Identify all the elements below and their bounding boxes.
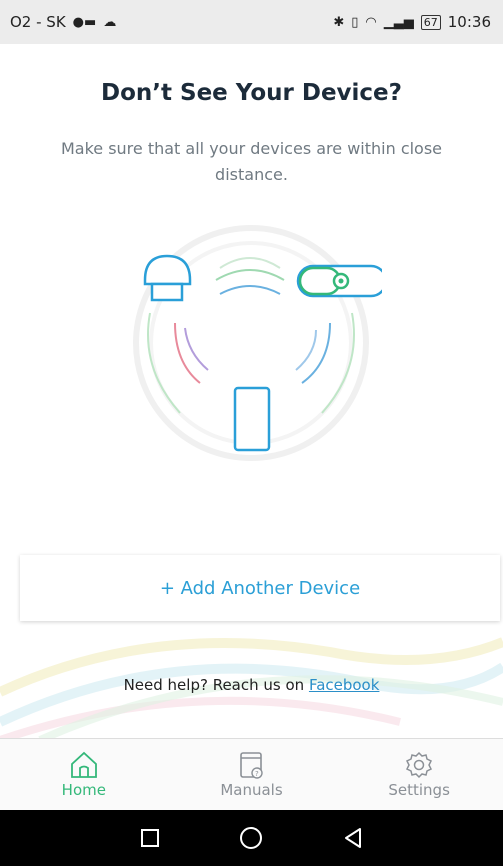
- help-text: Need help? Reach us on Facebook: [0, 676, 503, 694]
- wifi-icon: ◠: [365, 14, 377, 30]
- help-prefix: Need help? Reach us on: [123, 676, 309, 694]
- tab-home-label: Home: [61, 780, 106, 799]
- carrier-label: O2 - SK: [10, 13, 66, 31]
- phone-device-icon: [233, 386, 271, 452]
- page-subtitle: Make sure that all your devices are with…: [60, 139, 443, 184]
- cloud-icon: ☁: [103, 14, 117, 30]
- vibrate-icon: ▯: [351, 14, 359, 30]
- gear-icon: [406, 751, 433, 778]
- system-nav-bar: [0, 810, 503, 866]
- signal-icon: ▁▃▅: [383, 14, 414, 30]
- bluetooth-icon: ✱: [333, 14, 345, 30]
- status-bar: O2 - SK ●▬ ☁ ✱ ▯ ◠ ▁▃▅ 67 10:36: [0, 0, 503, 44]
- tab-manuals[interactable]: ? Manuals: [191, 751, 311, 799]
- switch-device-icon: [296, 264, 382, 298]
- battery-level: 67: [423, 15, 438, 29]
- bulb-device-icon: [143, 254, 192, 302]
- home-icon: [70, 751, 97, 778]
- tab-settings[interactable]: Settings: [359, 751, 479, 799]
- add-another-device-button[interactable]: + Add Another Device: [20, 555, 500, 621]
- tab-settings-label: Settings: [388, 780, 450, 799]
- tab-manuals-label: Manuals: [220, 780, 283, 799]
- notification-icon: ●▬: [72, 14, 97, 30]
- tab-home[interactable]: Home: [24, 751, 144, 799]
- battery-icon: 67: [420, 14, 441, 30]
- page-title: Don’t See Your Device?: [101, 80, 402, 106]
- back-icon[interactable]: [341, 826, 365, 850]
- svg-text:?: ?: [255, 770, 259, 778]
- clock: 10:36: [447, 13, 491, 31]
- device-proximity-illustration: [133, 225, 382, 461]
- recent-apps-icon[interactable]: [138, 826, 162, 850]
- home-button-icon[interactable]: [238, 825, 264, 851]
- manual-icon: ?: [240, 751, 264, 779]
- bottom-tab-bar: Home ? Manuals Settings: [0, 738, 503, 810]
- facebook-link[interactable]: Facebook: [309, 676, 379, 694]
